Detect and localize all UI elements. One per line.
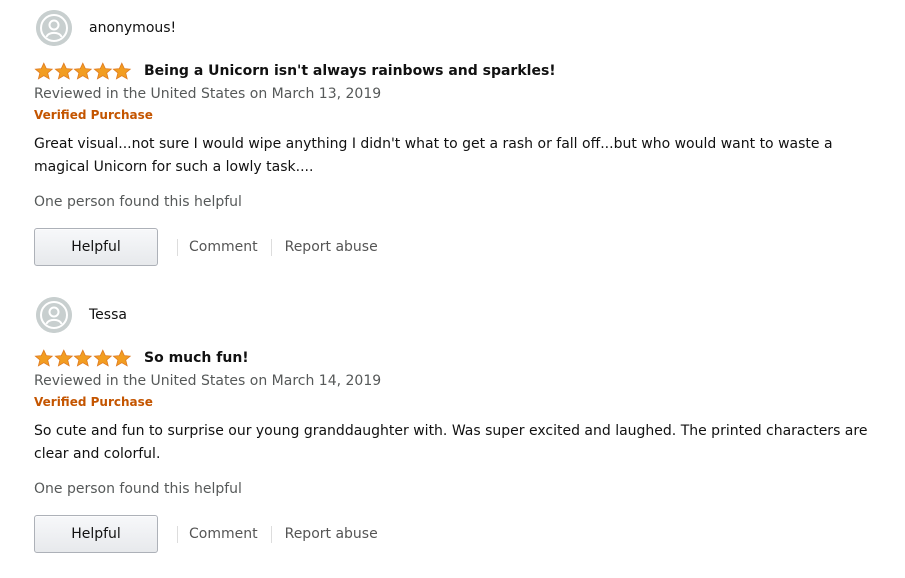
profile-name[interactable]: anonymous! bbox=[89, 20, 176, 36]
avatar[interactable] bbox=[36, 10, 72, 46]
star-icon bbox=[93, 349, 112, 367]
divider bbox=[177, 238, 178, 256]
reviewer-profile[interactable]: anonymous! bbox=[34, 10, 894, 46]
review: anonymous! Being a Unicorn isn't always … bbox=[34, 10, 894, 266]
verified-purchase-badge[interactable]: Verified Purchase bbox=[34, 394, 894, 410]
star-icon bbox=[53, 62, 73, 80]
review-date: Reviewed in the United States on March 1… bbox=[34, 86, 382, 102]
review-title-row: Being a Unicorn isn't always rainbows an… bbox=[34, 61, 894, 81]
helpful-button[interactable]: Helpful bbox=[34, 228, 158, 266]
review: Tessa So much fun! Reviewed in the Unite… bbox=[34, 297, 894, 553]
review-body: So cute and fun to surprise our young gr… bbox=[34, 423, 868, 462]
star-icon bbox=[112, 62, 132, 80]
divider bbox=[270, 525, 272, 543]
star-icon bbox=[73, 349, 93, 367]
star-rating[interactable] bbox=[34, 62, 132, 80]
star-icon bbox=[53, 349, 73, 367]
default-avatar-icon bbox=[36, 10, 72, 46]
review-date: Reviewed in the United States on March 1… bbox=[34, 373, 382, 389]
verified-purchase-badge[interactable]: Verified Purchase bbox=[34, 107, 894, 123]
review-actions: Helpful Comment Report abuse bbox=[34, 228, 894, 266]
star-icon bbox=[34, 349, 54, 367]
default-avatar-icon bbox=[36, 297, 72, 333]
avatar[interactable] bbox=[36, 297, 72, 333]
reviewer-profile[interactable]: Tessa bbox=[34, 297, 894, 333]
comment-link[interactable]: Comment bbox=[189, 239, 258, 255]
report-abuse-link[interactable]: Report abuse bbox=[285, 526, 378, 542]
review-body: Great visual...not sure I would wipe any… bbox=[34, 136, 833, 175]
star-icon bbox=[34, 62, 54, 80]
helpful-button[interactable]: Helpful bbox=[34, 515, 158, 553]
divider bbox=[177, 525, 178, 543]
star-rating[interactable] bbox=[34, 349, 132, 367]
review-title[interactable]: So much fun! bbox=[144, 350, 249, 366]
review-title-row: So much fun! bbox=[34, 348, 894, 368]
report-abuse-link[interactable]: Report abuse bbox=[285, 239, 378, 255]
helpful-count: One person found this helpful bbox=[34, 481, 242, 497]
comment-link[interactable]: Comment bbox=[189, 526, 258, 542]
star-icon bbox=[93, 62, 112, 80]
divider bbox=[270, 238, 272, 256]
review-actions: Helpful Comment Report abuse bbox=[34, 515, 894, 553]
star-icon bbox=[73, 62, 93, 80]
profile-name[interactable]: Tessa bbox=[89, 307, 127, 323]
helpful-count: One person found this helpful bbox=[34, 194, 242, 210]
review-title[interactable]: Being a Unicorn isn't always rainbows an… bbox=[144, 63, 556, 79]
star-icon bbox=[112, 349, 132, 367]
